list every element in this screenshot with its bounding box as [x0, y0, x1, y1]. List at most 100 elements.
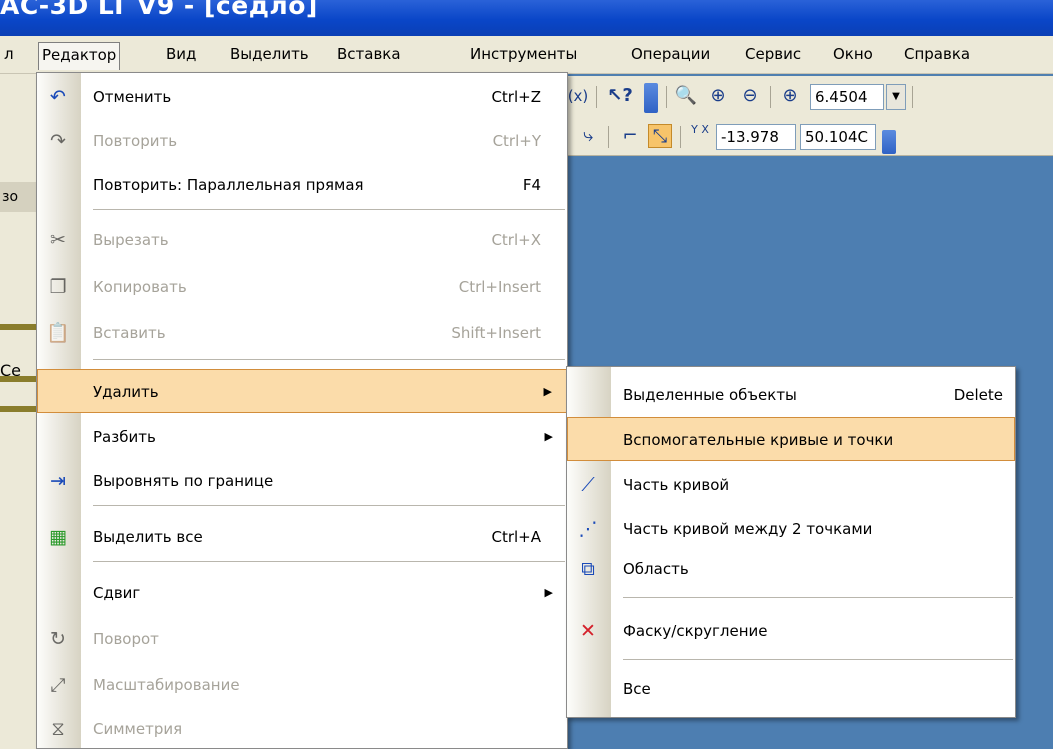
- menu-item-label: Часть кривой: [623, 476, 730, 494]
- menu-item-label: Все: [623, 680, 651, 698]
- menu-separator: [93, 505, 565, 506]
- menu-item-delete-curve-part[interactable]: ⟋ Часть кривой: [567, 463, 1015, 507]
- chamfer-delete-icon: ✕: [580, 620, 596, 642]
- edit-menu: ↶ Отменить Ctrl+Z ↷ Повторить Ctrl+Y Пов…: [36, 72, 568, 749]
- coordinates-icon: Y X: [691, 123, 709, 136]
- menu-item-delete-aux-curves[interactable]: Вспомогательные кривые и точки: [567, 417, 1015, 461]
- coord-x-field[interactable]: -13.978: [716, 124, 796, 150]
- menu-item-shortcut: Ctrl+X: [491, 231, 541, 249]
- menu-item-shortcut: Ctrl+Y: [492, 132, 541, 150]
- menu-item-label: Фаску/скругление: [623, 622, 768, 640]
- menu-item-label: Отменить: [93, 88, 172, 106]
- view-toolbar: (x) ↖? 🔍 ⊕ ⊖ ⊕ 6.4504 ▼: [560, 76, 1053, 116]
- menu-item-label: Выровнять по границе: [93, 472, 274, 490]
- menu-item-rotate[interactable]: ↻ Поворот: [37, 617, 567, 661]
- submenu-arrow-icon: ▶: [544, 586, 553, 599]
- menu-item-split[interactable]: Разбить ▶: [37, 415, 567, 459]
- menu-editor[interactable]: Редактор: [38, 42, 121, 70]
- curve-between-points-icon: ⋰: [578, 518, 598, 540]
- menu-separator: [93, 209, 565, 210]
- window-title: АС-3D LT V9 - [седло]: [0, 0, 318, 20]
- menu-view[interactable]: Вид: [162, 42, 200, 70]
- menu-item-label: Сдвиг: [93, 584, 141, 602]
- snap-toolbar: ⤷ ⌐ ⤡ Y X -13.978 50.104C: [560, 116, 1053, 156]
- menu-item-cut[interactable]: ✂ Вырезать Ctrl+X: [37, 218, 567, 262]
- toolbar-separator: [770, 86, 771, 108]
- toolbar-overflow-handle[interactable]: [882, 130, 896, 154]
- menu-item-label: Выделенные объекты: [623, 386, 797, 404]
- menu-item-shortcut: Ctrl+A: [491, 528, 541, 546]
- menu-separator: [623, 597, 1013, 598]
- redo-icon: ↷: [50, 130, 66, 152]
- menu-window[interactable]: Окно: [829, 42, 877, 70]
- menu-item-label: Копировать: [93, 278, 187, 296]
- zoom-dropdown-icon[interactable]: ▼: [886, 84, 906, 110]
- zoom-out-icon[interactable]: ⊖: [738, 84, 762, 108]
- menu-insert[interactable]: Вставка: [333, 42, 405, 70]
- menu-item-undo[interactable]: ↶ Отменить Ctrl+Z: [37, 75, 567, 119]
- menu-item-label: Область: [623, 560, 689, 578]
- menu-item-delete-selected[interactable]: Выделенные объекты Delete: [567, 373, 1015, 417]
- zoom-in-icon[interactable]: ⊕: [706, 84, 730, 108]
- symmetry-icon: ⧖: [51, 718, 65, 740]
- zoom-scale-icon[interactable]: ⊕: [778, 84, 802, 108]
- menu-item-delete-curve-between-points[interactable]: ⋰ Часть кривой между 2 точками: [567, 507, 1015, 551]
- ortho-icon[interactable]: ⌐: [618, 124, 642, 148]
- menu-item-scale[interactable]: ⤢ Масштабирование: [37, 663, 567, 707]
- menu-item-shortcut: Ctrl+Z: [491, 88, 541, 106]
- submenu-arrow-icon: ▶: [544, 430, 553, 443]
- menu-separator: [93, 359, 565, 360]
- menu-file[interactable]: л: [0, 42, 18, 70]
- menu-item-label: Удалить: [93, 383, 159, 401]
- toolbar-overflow-handle[interactable]: [644, 83, 658, 113]
- menu-select[interactable]: Выделить: [226, 42, 313, 70]
- menu-item-label: Вырезать: [93, 231, 169, 249]
- menu-item-copy[interactable]: ❐ Копировать Ctrl+Insert: [37, 265, 567, 309]
- snap-icon[interactable]: ⤡: [648, 124, 672, 148]
- rotate-icon: ↻: [50, 628, 66, 650]
- menu-help[interactable]: Справка: [900, 42, 974, 70]
- menu-item-label: Вставить: [93, 324, 166, 342]
- menu-item-paste[interactable]: 📋 Вставить Shift+Insert: [37, 311, 567, 355]
- menu-item-shift[interactable]: Сдвиг ▶: [37, 571, 567, 615]
- curve-part-icon: ⟋: [581, 474, 595, 496]
- delete-submenu: Выделенные объекты Delete Вспомогательны…: [566, 366, 1016, 718]
- menu-operations[interactable]: Операции: [627, 42, 714, 70]
- menu-item-shortcut: Delete: [953, 386, 1003, 404]
- menu-item-repeat-last[interactable]: Повторить: Параллельная прямая F4: [37, 163, 567, 207]
- menu-item-select-all[interactable]: ▦ Выделить все Ctrl+A: [37, 515, 567, 559]
- menu-item-delete-chamfer[interactable]: ✕ Фаску/скругление: [567, 609, 1015, 653]
- zoom-window-icon[interactable]: 🔍: [674, 84, 698, 108]
- menu-separator: [93, 561, 565, 562]
- tree-stripe: [0, 376, 38, 382]
- toolbar-separator: [608, 126, 609, 148]
- menu-item-redo[interactable]: ↷ Повторить Ctrl+Y: [37, 119, 567, 163]
- copy-icon: ❐: [49, 276, 67, 298]
- menu-separator: [623, 659, 1013, 660]
- menu-item-delete-all[interactable]: Все: [567, 667, 1015, 711]
- toolbar-separator: [596, 86, 597, 108]
- region-icon: ⧉: [581, 558, 595, 580]
- menu-item-shortcut: Ctrl+Insert: [458, 278, 541, 296]
- help-pointer-icon[interactable]: ↖?: [602, 84, 638, 108]
- menu-tools[interactable]: Инструменты: [466, 42, 581, 70]
- scale-icon: ⤢: [50, 674, 66, 696]
- menu-item-symmetry[interactable]: ⧖ Симметрия: [37, 707, 567, 749]
- local-cs-icon[interactable]: ⤷: [576, 124, 600, 148]
- menu-item-label: Повторить: [93, 132, 178, 150]
- tree-stripe: [0, 324, 38, 330]
- menu-service[interactable]: Сервис: [741, 42, 805, 70]
- menu-item-align-border[interactable]: ⇥ Выровнять по границе: [37, 459, 567, 503]
- menu-item-shortcut: F4: [522, 176, 541, 194]
- panel-header: зо: [0, 182, 38, 212]
- paste-icon: 📋: [46, 322, 70, 344]
- menu-item-delete-region[interactable]: ⧉ Область: [567, 547, 1015, 591]
- menu-item-delete[interactable]: Удалить ▶: [37, 369, 567, 413]
- variables-icon[interactable]: (x): [566, 84, 590, 108]
- coord-y-field[interactable]: 50.104C: [800, 124, 876, 150]
- zoom-input[interactable]: 6.4504: [810, 84, 884, 110]
- left-panel: зо Се: [0, 74, 38, 749]
- menu-item-label: Масштабирование: [93, 676, 240, 694]
- menu-item-label: Поворот: [93, 630, 159, 648]
- menu-item-label: Разбить: [93, 428, 156, 446]
